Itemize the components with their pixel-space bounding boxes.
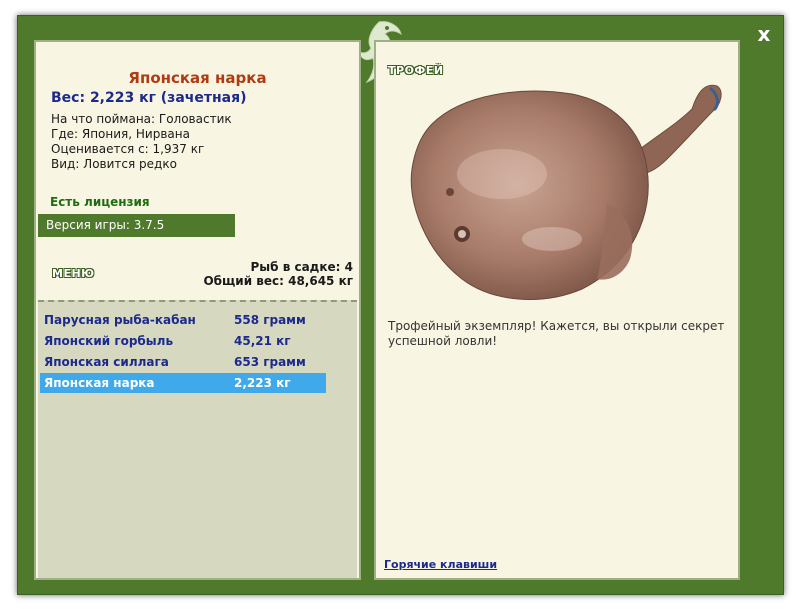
hotkeys-link[interactable]: Горячие клавиши <box>384 558 497 571</box>
game-version-bar: Версия игры: 3.7.5 <box>38 214 235 237</box>
cage-total-weight: Общий вес: 48,645 кг <box>203 274 353 288</box>
catch-list: Парусная рыба-кабан 558 грамм Японский г… <box>38 300 357 578</box>
catch-weight: 653 грамм <box>234 355 306 369</box>
fish-details: На что поймана: Головастик Где: Япония, … <box>51 112 232 172</box>
trophy-description: Трофейный экземпляр! Кажется, вы открыли… <box>388 319 725 348</box>
catch-weight: 558 грамм <box>234 313 306 327</box>
fish-info-panel: Японская нарка Вес: 2,223 кг (зачетная) … <box>34 40 361 580</box>
menu-button[interactable]: МЕНЮ <box>52 267 95 280</box>
trophy-panel: ТРОФЕЙ Трофейный экземпляр! Кажется, вы … <box>374 40 740 580</box>
catch-weight: 2,223 кг <box>234 376 291 390</box>
close-icon[interactable]: x <box>754 24 774 44</box>
trophy-label: ТРОФЕЙ <box>388 64 444 77</box>
detail-location: Где: Япония, Нирвана <box>51 127 190 141</box>
license-status: Есть лицензия <box>50 195 150 209</box>
detail-bait: На что поймана: Головастик <box>51 112 232 126</box>
catch-row[interactable]: Парусная рыба-кабан 558 грамм <box>40 310 326 330</box>
detail-rating: Оценивается с: 1,937 кг <box>51 142 205 156</box>
catch-weight: 45,21 кг <box>234 334 291 348</box>
cage-summary: Рыб в садке: 4 Общий вес: 48,645 кг <box>203 260 353 288</box>
fish-title: Японская нарка <box>128 69 267 87</box>
catch-name: Японская силлага <box>44 355 169 369</box>
fish-weight: Вес: 2,223 кг (зачетная) <box>51 90 247 106</box>
catch-row-selected[interactable]: Японская нарка 2,223 кг <box>40 373 326 393</box>
fish-image <box>410 84 722 300</box>
catch-name: Парусная рыба-кабан <box>44 313 196 327</box>
catch-name: Японский горбыль <box>44 334 174 348</box>
cage-fish-count: Рыб в садке: 4 <box>250 260 354 274</box>
catch-name: Японская нарка <box>44 376 155 390</box>
detail-rarity: Вид: Ловится редко <box>51 157 177 171</box>
catch-row[interactable]: Японский горбыль 45,21 кг <box>40 331 326 351</box>
catch-row[interactable]: Японская силлага 653 грамм <box>40 352 326 372</box>
